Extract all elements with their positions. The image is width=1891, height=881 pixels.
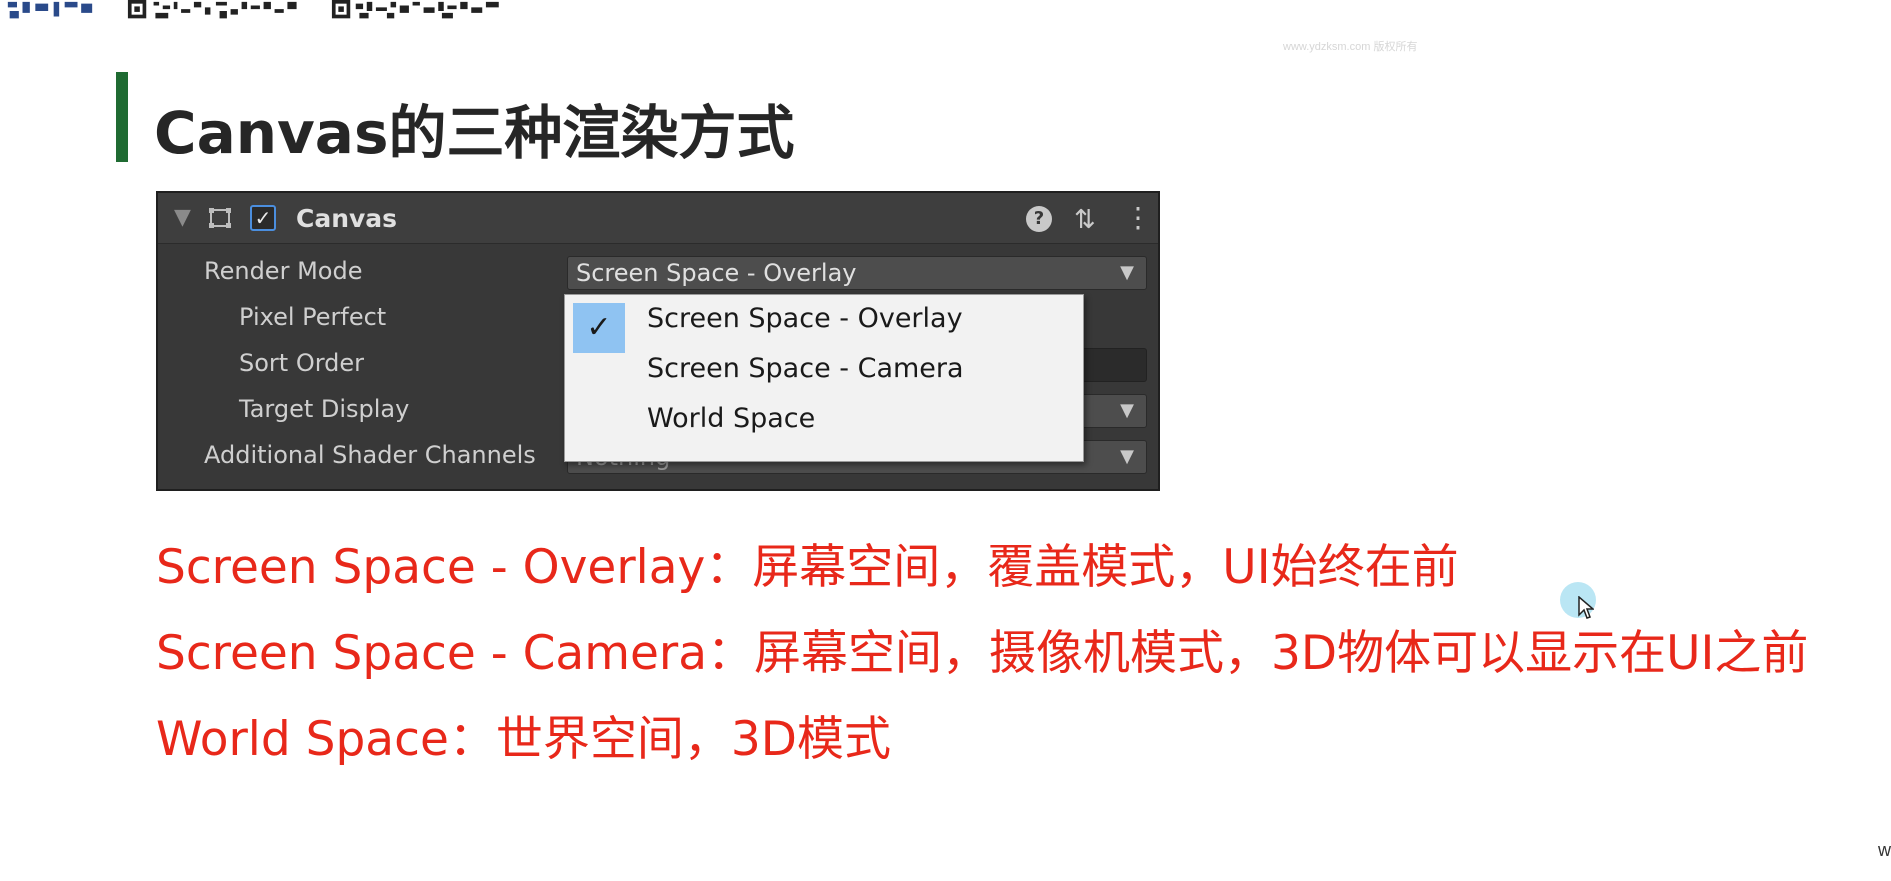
chevron-down-icon: ▼: [1120, 400, 1134, 421]
explanation-overlay: Screen Space - Overlay：屏幕空间，覆盖模式，UI始终在前: [156, 540, 1459, 595]
qr-code-icon: [127, 0, 297, 19]
menu-item-label: Screen Space - Overlay: [647, 303, 963, 334]
chevron-down-icon: ▼: [1120, 446, 1134, 467]
page-title: Canvas的三种渲染方式: [154, 99, 795, 167]
kebab-menu-icon[interactable]: ⋮: [1124, 201, 1152, 234]
title-accent-bar: [116, 72, 128, 162]
pixel-perfect-label: Pixel Perfect: [239, 303, 387, 331]
component-enabled-checkbox[interactable]: ✓: [250, 205, 276, 231]
watermark-text: www.ydzksm.com 版权所有: [1283, 41, 1418, 53]
logo-icon: [4, 0, 96, 22]
rect-transform-icon: [209, 208, 231, 228]
sort-order-field[interactable]: [1078, 348, 1147, 382]
explanation-world-space: World Space：世界空间，3D模式: [156, 712, 891, 767]
render-mode-label: Render Mode: [204, 257, 363, 285]
target-display-label: Target Display: [239, 395, 410, 423]
target-display-dropdown[interactable]: ▼: [1078, 394, 1147, 428]
corner-text: w: [1878, 840, 1891, 860]
mouse-cursor-icon: [1578, 596, 1594, 619]
menu-item-label: World Space: [647, 403, 816, 434]
render-mode-value: Screen Space - Overlay: [576, 259, 857, 287]
top-logo-strip: [0, 0, 520, 26]
qr-code-icon: [331, 0, 499, 19]
menu-item-screen-space-camera[interactable]: Screen Space - Camera: [565, 345, 1083, 395]
foldout-arrow-icon[interactable]: ▼: [174, 205, 191, 230]
help-icon[interactable]: ?: [1026, 206, 1052, 232]
chevron-down-icon: ▼: [1120, 262, 1134, 283]
menu-item-label: Screen Space - Camera: [647, 353, 964, 384]
menu-item-screen-space-overlay[interactable]: ✓ Screen Space - Overlay: [565, 295, 1083, 353]
presets-icon[interactable]: ⇅: [1074, 205, 1096, 235]
explanation-camera: Screen Space - Camera：屏幕空间，摄像机模式，3D物体可以显…: [156, 626, 1809, 681]
menu-item-world-space[interactable]: World Space: [565, 395, 1083, 445]
render-mode-popup-menu: ✓ Screen Space - Overlay Screen Space - …: [564, 294, 1084, 462]
component-title: Canvas: [296, 204, 398, 233]
render-mode-dropdown[interactable]: Screen Space - Overlay ▼: [567, 256, 1147, 290]
additional-shader-channels-label: Additional Shader Channels: [204, 441, 536, 469]
sort-order-label: Sort Order: [239, 349, 365, 377]
component-header[interactable]: ▼ ✓ Canvas ? ⇅ ⋮: [158, 193, 1158, 244]
